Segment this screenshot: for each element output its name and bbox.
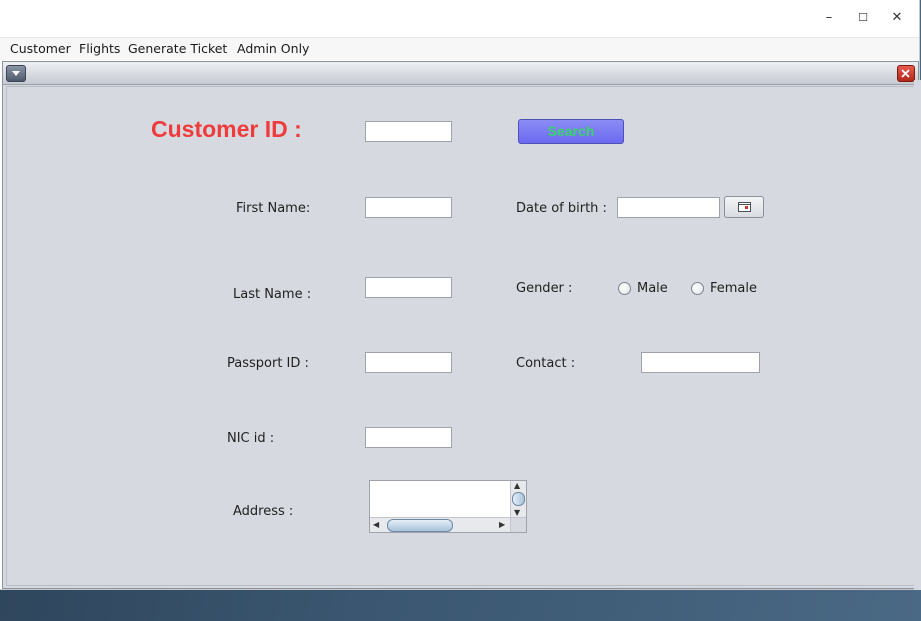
customer-form-panel: Customer ID : Search First Name: Date of… — [6, 86, 916, 586]
gender-female-label[interactable]: Female — [710, 281, 757, 296]
close-button[interactable]: ✕ — [886, 8, 908, 30]
scroll-down-icon[interactable]: ▼ — [514, 509, 520, 517]
horizontal-scroll-thumb[interactable] — [387, 519, 453, 532]
customer-id-input[interactable] — [365, 121, 452, 142]
internal-frame: Customer ID : Search First Name: Date of… — [2, 61, 919, 589]
nic-id-label: NIC id : — [227, 431, 275, 446]
customer-id-label: Customer ID : — [151, 116, 302, 142]
first-name-label: First Name: — [236, 201, 311, 216]
vertical-scroll-thumb[interactable] — [512, 492, 525, 506]
gender-female-radio[interactable] — [691, 282, 704, 295]
gender-male-label[interactable]: Male — [637, 281, 668, 296]
passport-id-label: Passport ID : — [227, 356, 309, 371]
scroll-corner — [510, 517, 526, 532]
menu-generate-ticket[interactable]: Generate Ticket — [128, 41, 227, 56]
last-name-input[interactable] — [365, 277, 452, 298]
gender-male-radio[interactable] — [618, 282, 631, 295]
contact-input[interactable] — [641, 352, 760, 373]
internal-frame-title-bar[interactable] — [3, 62, 918, 85]
minimize-button[interactable]: – — [818, 8, 840, 30]
address-vertical-scrollbar[interactable]: ▲ ▼ — [510, 481, 526, 519]
menu-admin-only[interactable]: Admin Only — [237, 41, 309, 56]
first-name-input[interactable] — [365, 197, 452, 218]
scroll-up-icon[interactable]: ▲ — [514, 482, 520, 490]
gender-label: Gender : — [516, 281, 573, 296]
menu-flights[interactable]: Flights — [79, 41, 120, 56]
nic-id-input[interactable] — [365, 427, 452, 448]
address-textarea[interactable]: ▲ ▼ ◀ ▶ — [369, 480, 527, 533]
search-button[interactable]: Search — [518, 119, 624, 144]
maximize-button[interactable]: ☐ — [852, 8, 874, 30]
passport-id-input[interactable] — [365, 352, 452, 373]
last-name-label: Last Name : — [233, 287, 312, 302]
frame-close-button[interactable] — [897, 65, 915, 82]
background-window-edge — [914, 80, 921, 590]
frame-menu-button[interactable] — [6, 65, 26, 82]
address-horizontal-scrollbar[interactable]: ◀ ▶ — [370, 517, 511, 532]
title-bar: – ☐ ✕ — [0, 0, 919, 37]
date-of-birth-label: Date of birth : — [516, 201, 607, 216]
contact-label: Contact : — [516, 356, 576, 371]
date-of-birth-input[interactable] — [617, 197, 720, 218]
application-window: – ☐ ✕ Customer Flights Generate Ticket A… — [0, 0, 920, 590]
scroll-right-icon[interactable]: ▶ — [499, 521, 505, 529]
address-label: Address : — [233, 504, 294, 519]
menu-bar: Customer Flights Generate Ticket Admin O… — [0, 37, 919, 60]
date-picker-button[interactable] — [724, 196, 764, 218]
scroll-left-icon[interactable]: ◀ — [373, 521, 379, 529]
menu-customer[interactable]: Customer — [10, 41, 71, 56]
